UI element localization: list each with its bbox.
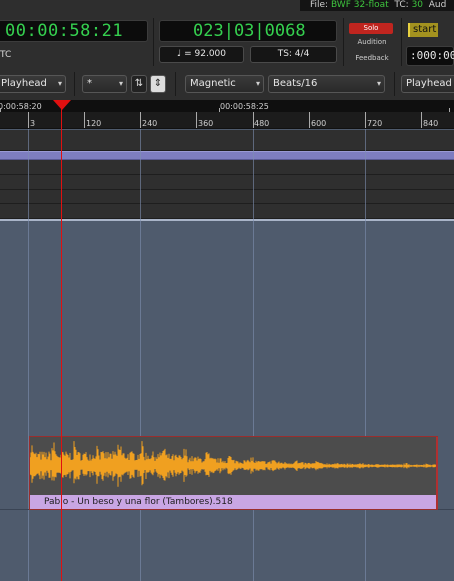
toolbar-divider: [401, 18, 402, 66]
ruler-tick: [309, 112, 310, 128]
ruler-tick: [84, 112, 85, 128]
toolbar-divider: [175, 72, 176, 96]
ruler-tick-label: 3: [30, 119, 36, 128]
primary-clock-mode: TC: [0, 50, 12, 60]
ruler-tick-label: 600: [311, 119, 327, 128]
ruler-tick-label: 00:00:58:25: [220, 102, 269, 111]
nudge-clock-value: *: [87, 78, 92, 89]
toolbar-divider: [74, 72, 75, 96]
audio-region[interactable]: Pablo - Un beso y una flor (Tambores).51…: [29, 436, 438, 510]
audition-indicator[interactable]: Audition: [347, 38, 397, 46]
ruler-tick: [28, 112, 29, 128]
edit-point-dropdown[interactable]: Playhead ▾: [0, 75, 66, 93]
region-name-bar[interactable]: Pablo - Un beso y una flor (Tambores).51…: [30, 495, 437, 509]
nudge-clock-dropdown[interactable]: * ▾: [82, 75, 127, 93]
tc-label: TC:: [394, 0, 412, 10]
marker-row[interactable]: [0, 190, 454, 204]
solo-indicator-button[interactable]: Solo: [349, 23, 393, 34]
chevron-down-icon: ▾: [57, 79, 62, 88]
nudge-icon: ⇕: [153, 78, 163, 89]
start-marker-label[interactable]: start: [408, 23, 438, 37]
ruler-tick-label: 360: [198, 119, 214, 128]
ruler-tick-label: 480: [254, 119, 270, 128]
marker-row[interactable]: [0, 204, 454, 219]
ruler-tick: [421, 112, 422, 128]
toolbar-divider: [153, 18, 154, 66]
nudge-icon: ⇅: [134, 78, 144, 89]
snap-mode-value: Magnetic: [190, 78, 236, 89]
range-marker-bar[interactable]: [0, 151, 454, 160]
ruler-tick: [253, 112, 254, 128]
ruler-tick-label: 720: [367, 119, 383, 128]
grid-type-value: Beats/16: [273, 78, 318, 89]
snap-mode-dropdown[interactable]: Magnetic ▾: [185, 75, 264, 93]
playhead-marker[interactable]: [53, 100, 71, 110]
tempo-display[interactable]: ♩ = 92.000: [159, 46, 244, 63]
edit-point-right-dropdown[interactable]: Playhead: [401, 75, 454, 93]
marker-row[interactable]: [0, 130, 454, 151]
tc-rate: 30: [411, 0, 424, 10]
ruler-tick-label: 120: [86, 119, 102, 128]
ruler-tick: [365, 112, 366, 128]
region-waveform: [30, 441, 437, 487]
toolbar-divider: [343, 18, 344, 66]
bbt-ruler[interactable]: 3 120 240 360 480 600 720 840: [0, 112, 454, 129]
ruler-tick-label: 840: [423, 119, 439, 128]
edit-point-right-value: Playhead: [406, 78, 452, 89]
secondary-clock-bbt[interactable]: 023|03|0068: [159, 20, 337, 42]
ruler-tick: [140, 112, 141, 128]
mini-timeline-clock[interactable]: :000:00: [406, 46, 454, 66]
grid-line: [365, 129, 366, 581]
edit-point-value: Playhead: [1, 78, 47, 89]
marker-row[interactable]: [0, 175, 454, 190]
track-canvas[interactable]: [0, 219, 454, 581]
grid-line: [140, 129, 141, 581]
chevron-down-icon: ▾: [255, 79, 260, 88]
region-end-trim[interactable]: [436, 437, 438, 509]
chevron-down-icon: ▾: [118, 79, 123, 88]
session-format-strip: File: BWF 32-float TC: 30 Aud: [300, 0, 454, 11]
grid-type-dropdown[interactable]: Beats/16 ▾: [268, 75, 385, 93]
toolbar-divider: [394, 72, 395, 96]
chevron-down-icon: ▾: [376, 79, 381, 88]
feedback-indicator[interactable]: Feedback: [347, 54, 397, 62]
primary-clock[interactable]: 00:00:58:21: [0, 20, 148, 42]
meter-display[interactable]: TS: 4/4: [250, 46, 337, 63]
nudge-backward-button[interactable]: ⇅: [131, 75, 147, 93]
grid-line: [253, 129, 254, 581]
marker-row[interactable]: [0, 160, 454, 175]
audio-label: Aud: [428, 0, 447, 10]
file-label: File:: [310, 0, 331, 10]
file-format: BWF 32-float: [330, 0, 389, 10]
nudge-forward-button[interactable]: ⇕: [150, 75, 166, 93]
ruler-tick-label: 240: [142, 119, 158, 128]
grid-line: [28, 129, 29, 581]
ruler-tick-label: 0:00:58:20: [0, 102, 42, 111]
ruler-tick: [196, 112, 197, 128]
playhead-line[interactable]: [61, 100, 62, 581]
